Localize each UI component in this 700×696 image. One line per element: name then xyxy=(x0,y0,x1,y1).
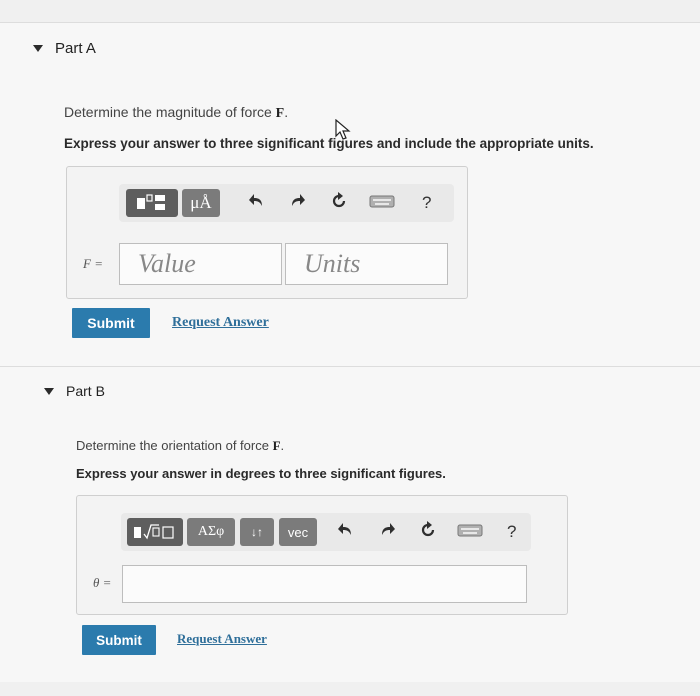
keyboard-icon[interactable] xyxy=(457,521,483,543)
templates-button[interactable] xyxy=(126,189,178,217)
units-button[interactable]: μÅ xyxy=(182,189,220,217)
part-b-instruction: Express your answer in degrees to three … xyxy=(76,466,446,481)
help-icon[interactable]: ? xyxy=(422,192,431,214)
part-a-header[interactable]: Part A xyxy=(33,40,96,57)
undo-icon[interactable] xyxy=(338,521,354,543)
part-a-toolbar: μÅ ? xyxy=(119,184,454,222)
radical-button[interactable] xyxy=(127,518,183,546)
part-b-title: Part B xyxy=(66,383,105,399)
part-a-answer-box: μÅ ? F = Value Units xyxy=(66,166,468,299)
submit-button[interactable]: Submit xyxy=(72,308,150,338)
arrows-button[interactable]: ↓↑ xyxy=(240,518,274,546)
keyboard-icon[interactable] xyxy=(369,192,395,214)
request-answer-link[interactable]: Request Answer xyxy=(177,631,267,647)
help-icon[interactable]: ? xyxy=(507,521,516,543)
divider xyxy=(0,22,700,23)
part-b-toolbar: ΑΣφ ↓↑ vec ? xyxy=(121,513,531,551)
question-suffix: . xyxy=(284,104,289,120)
part-a-instruction: Express your answer to three significant… xyxy=(64,136,594,151)
templates-icon xyxy=(137,194,165,210)
part-a-title: Part A xyxy=(55,40,96,57)
units-input[interactable]: Units xyxy=(285,243,448,285)
question-text: Determine the magnitude of force xyxy=(64,104,276,120)
variable-label: θ = xyxy=(93,575,112,590)
question-text: Determine the orientation of force xyxy=(76,438,273,453)
force-symbol: F xyxy=(275,106,285,121)
reset-icon[interactable] xyxy=(330,192,348,215)
part-b-header[interactable]: Part B xyxy=(44,383,105,399)
request-answer-link[interactable]: Request Answer xyxy=(172,315,269,331)
variable-label: F = xyxy=(83,256,103,271)
radical-icon xyxy=(134,524,174,540)
part-a-question: Determine the magnitude of force F. xyxy=(64,104,288,122)
vec-button[interactable]: vec xyxy=(279,518,317,546)
undo-icon[interactable] xyxy=(249,192,265,214)
submit-button[interactable]: Submit xyxy=(82,625,156,655)
caret-down-icon[interactable] xyxy=(33,45,43,52)
redo-icon[interactable] xyxy=(289,192,305,214)
part-b-answer-box: ΑΣφ ↓↑ vec ? θ = xyxy=(76,495,568,615)
value-input[interactable]: Value xyxy=(119,243,282,285)
caret-down-icon[interactable] xyxy=(44,387,54,395)
greek-button[interactable]: ΑΣφ xyxy=(187,518,235,546)
answer-input[interactable] xyxy=(122,565,527,603)
reset-icon[interactable] xyxy=(419,521,437,544)
part-b-question: Determine the orientation of force F. xyxy=(76,438,284,454)
divider xyxy=(0,366,700,367)
redo-icon[interactable] xyxy=(379,521,395,543)
force-symbol: F xyxy=(272,438,281,453)
question-suffix: . xyxy=(280,438,285,453)
